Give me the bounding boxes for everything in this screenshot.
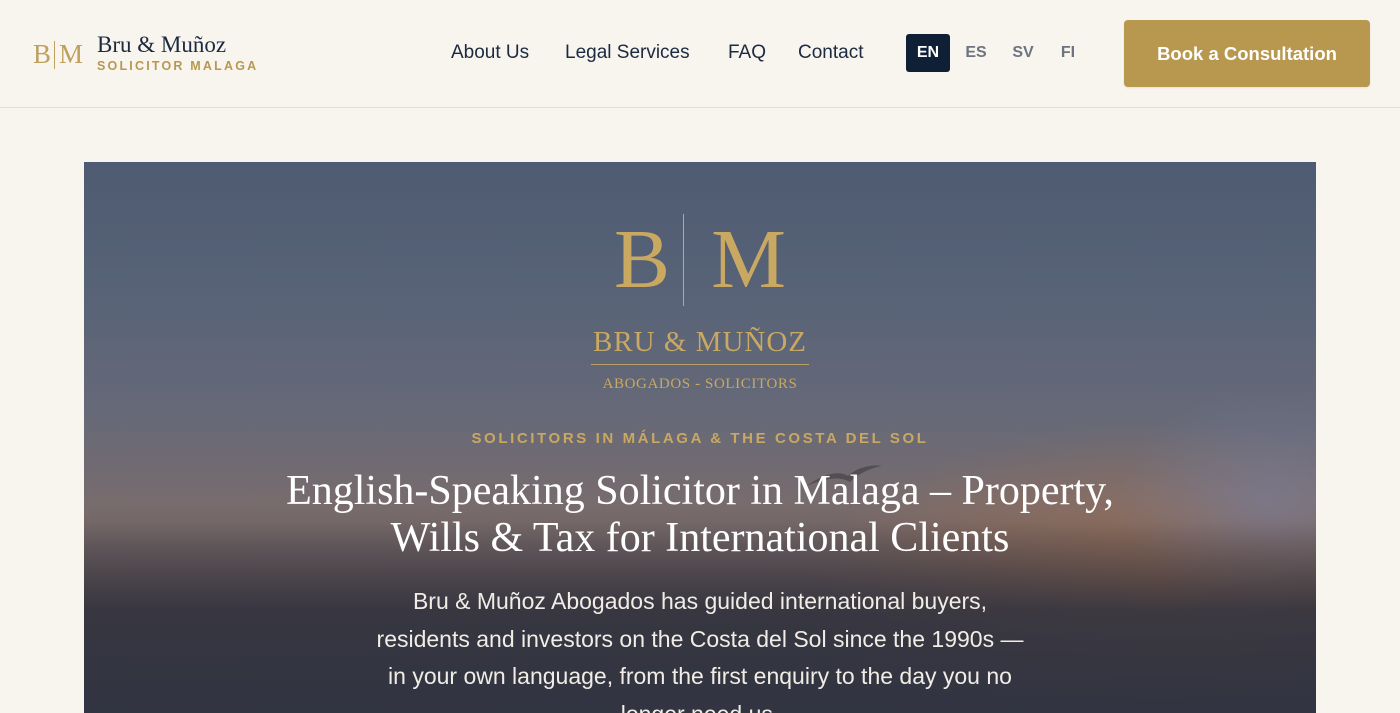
lang-fi-button[interactable]: FI <box>1050 34 1086 72</box>
site-header: B M Bru & Muñoz SOLICITOR MALAGA About U… <box>0 0 1400 108</box>
brand-monogram: B M <box>33 39 83 70</box>
lang-es-button[interactable]: ES <box>956 34 996 72</box>
brand-tagline: SOLICITOR MALAGA <box>97 59 259 73</box>
lang-en-button[interactable]: EN <box>906 34 950 72</box>
brand-monogram-divider <box>54 40 56 69</box>
hero-monogram-m: M <box>711 213 786 306</box>
brand-monogram-m: M <box>59 39 84 69</box>
hero-monogram-b: B <box>614 213 671 306</box>
lang-sv-button[interactable]: SV <box>1003 34 1043 72</box>
hero-monogram: B M <box>614 212 786 308</box>
brand-monogram-b: B <box>33 39 52 69</box>
hero-headline: English-Speaking Solicitor in Malaga – P… <box>214 468 1186 562</box>
nav-about-us[interactable]: About Us <box>451 42 529 64</box>
nav-faq[interactable]: FAQ <box>728 42 766 64</box>
nav-contact[interactable]: Contact <box>798 42 863 64</box>
hero-eyebrow: SOLICITORS IN MÁLAGA & THE COSTA DEL SOL <box>471 430 929 447</box>
hero-monogram-divider <box>683 214 684 306</box>
hero-banner: B M BRU & MUÑOZ ABOGADOS - SOLICITORS SO… <box>84 162 1316 713</box>
hero-firm-name: BRU & MUÑOZ <box>592 326 807 358</box>
nav-legal-services[interactable]: Legal Services <box>565 42 690 64</box>
hero-lead-paragraph: Bru & Muñoz Abogados has guided internat… <box>376 588 1024 713</box>
hero-firm-subtitle: ABOGADOS - SOLICITORS <box>602 376 798 392</box>
book-consultation-button[interactable]: Book a Consultation <box>1124 20 1370 87</box>
brand-name: Bru & Muñoz <box>97 32 227 57</box>
hero-headline-line2: Wills & Tax for International Clients <box>390 515 1010 561</box>
hero-logo-rule <box>591 364 809 365</box>
hero-headline-line1: English-Speaking Solicitor in Malaga – P… <box>286 468 1114 514</box>
